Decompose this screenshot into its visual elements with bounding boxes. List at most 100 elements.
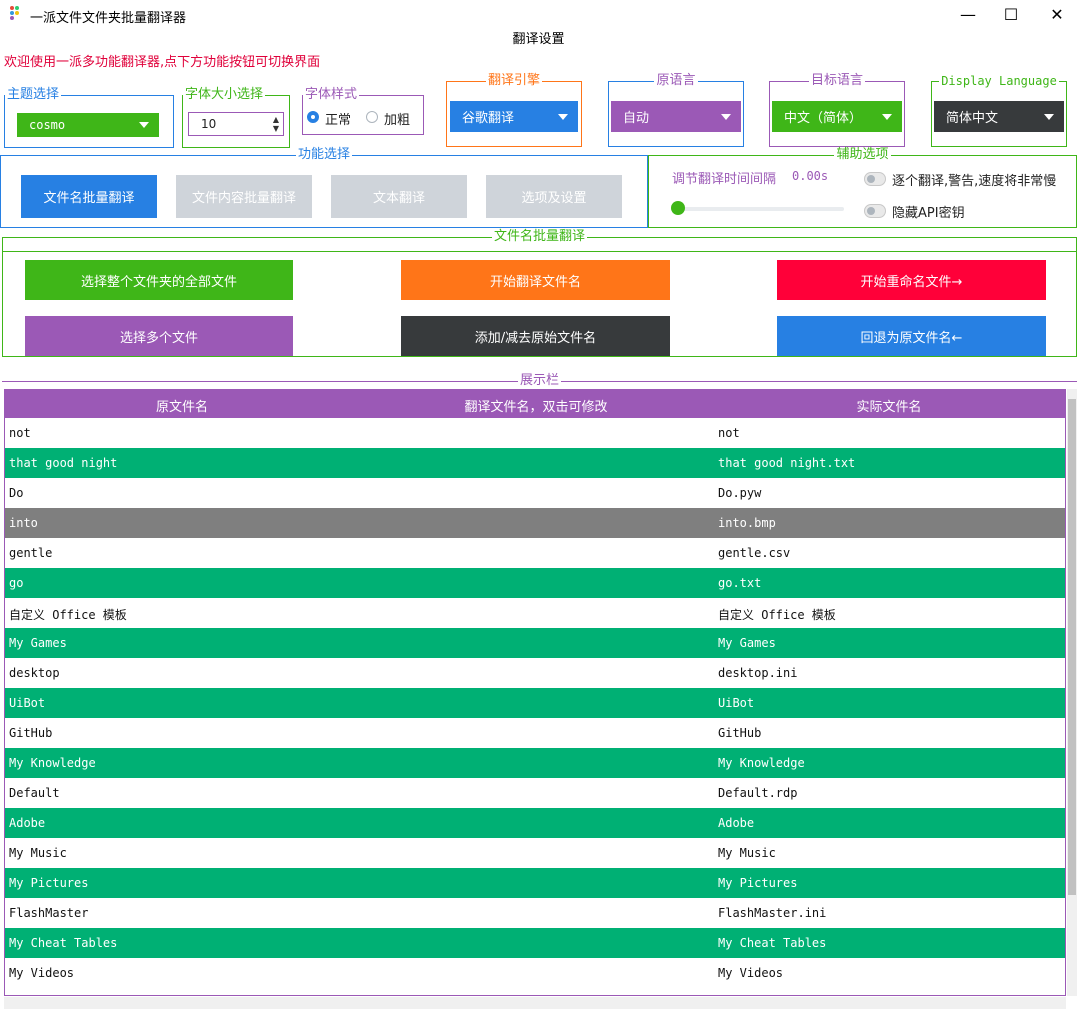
table-header: 原文件名 翻译文件名，双击可修改 实际文件名 [5, 390, 1065, 418]
table-row[interactable]: Default Default.rdp [5, 778, 1065, 808]
table-row[interactable]: FlashMaster FlashMaster.ini [5, 898, 1065, 928]
interval-slider-handle[interactable] [671, 201, 685, 215]
table-row[interactable]: My Videos My Videos [5, 958, 1065, 988]
table-row[interactable]: into into.bmp [5, 508, 1065, 538]
spin-down-icon[interactable]: ▼ [273, 124, 279, 133]
cell-actual: My Games [718, 636, 776, 650]
toggle-one-by-one-label: 逐个翻译,警告,速度将非常慢 [892, 174, 1057, 189]
cell-original: My Knowledge [9, 756, 96, 770]
chevron-down-icon [558, 113, 568, 120]
engine-select[interactable]: 谷歌翻译 [450, 101, 578, 132]
tab-content-translate[interactable]: 文件内容批量翻译 [176, 175, 312, 218]
target-lang-value: 中文（简体） [784, 111, 863, 126]
column-header-translated[interactable]: 翻译文件名，双击可修改 [359, 396, 713, 415]
column-header-actual[interactable]: 实际文件名 [713, 396, 1065, 415]
table-row[interactable]: not not [5, 418, 1065, 448]
cell-original: go [9, 576, 24, 590]
table-row[interactable]: UiBot UiBot [5, 688, 1065, 718]
cell-original: My Games [9, 636, 67, 650]
display-lang-legend: Display Language [941, 74, 1057, 88]
file-table: 原文件名 翻译文件名，双击可修改 实际文件名 not not that good n… [4, 389, 1066, 996]
batch-legend: 文件名批量翻译 [493, 229, 585, 244]
table-row[interactable]: GitHub GitHub [5, 718, 1065, 748]
target-lang-legend: 目标语言 [810, 73, 863, 88]
source-lang-legend: 原语言 [656, 73, 696, 88]
engine-legend: 翻译引擎 [487, 73, 540, 88]
cell-actual: Default.rdp [718, 786, 798, 800]
column-header-original[interactable]: 原文件名 [5, 396, 359, 415]
display-lang-value: 简体中文 [946, 111, 999, 126]
select-files-button[interactable]: 选择多个文件 [25, 316, 293, 356]
cell-original: My Pictures [9, 876, 89, 890]
revert-button[interactable]: 回退为原文件名← [777, 316, 1046, 356]
display-legend: 展示栏 [519, 373, 559, 388]
toggle-hide-api[interactable] [864, 204, 886, 218]
radio-normal-label: 正常 [325, 113, 352, 128]
cell-actual: Adobe [718, 816, 755, 830]
cell-original: into [9, 516, 38, 530]
cell-original: My Cheat Tables [9, 936, 118, 950]
source-lang-value: 自动 [623, 111, 650, 126]
start-translate-button[interactable]: 开始翻译文件名 [401, 260, 670, 300]
cell-actual: My Music [718, 846, 776, 860]
table-row[interactable]: gentle gentle.csv [5, 538, 1065, 568]
horizontal-scrollbar[interactable] [4, 997, 1066, 1009]
theme-select[interactable]: cosmo [17, 113, 159, 137]
select-folder-button[interactable]: 选择整个文件夹的全部文件 [25, 260, 293, 300]
tab-filename-translate[interactable]: 文件名批量翻译 [21, 175, 157, 218]
tab-settings[interactable]: 选项及设置 [486, 175, 622, 218]
aux-legend: 辅助选项 [836, 147, 889, 162]
table-row[interactable]: My Pictures My Pictures [5, 868, 1065, 898]
chevron-down-icon [1044, 113, 1054, 120]
cell-actual: into.bmp [718, 516, 776, 530]
table-row[interactable]: Adobe Adobe [5, 808, 1065, 838]
cell-actual: My Cheat Tables [718, 936, 827, 950]
batch-divider [2, 251, 1077, 252]
table-row[interactable]: My Knowledge My Knowledge [5, 748, 1065, 778]
scrollbar-thumb[interactable] [1068, 399, 1076, 895]
close-button[interactable]: ✕ [1034, 0, 1077, 28]
table-row[interactable]: that good night that good night.txt [5, 448, 1065, 478]
table-row[interactable]: go go.txt [5, 568, 1065, 598]
cell-actual: not [718, 426, 740, 440]
radio-bold[interactable] [366, 111, 378, 123]
add-remove-original-button[interactable]: 添加/减去原始文件名 [401, 316, 670, 356]
vertical-scrollbar[interactable] [1067, 389, 1077, 996]
function-legend: 功能选择 [297, 147, 350, 162]
spin-up-icon[interactable]: ▲ [273, 115, 279, 124]
title-bar: 一派文件文件夹批量翻译器 — ☐ ✕ [0, 0, 1077, 30]
start-rename-button[interactable]: 开始重命名文件→ [777, 260, 1046, 300]
cell-actual: UiBot [718, 696, 755, 710]
table-row[interactable]: My Music My Music [5, 838, 1065, 868]
table-row[interactable]: desktop desktop.ini [5, 658, 1065, 688]
radio-normal[interactable] [307, 111, 319, 123]
minimize-button[interactable]: — [945, 0, 991, 28]
cell-actual: My Videos [718, 966, 784, 980]
display-lang-select[interactable]: 简体中文 [934, 101, 1064, 132]
font-size-spinbox[interactable]: 10 ▲ ▼ [188, 112, 284, 136]
interval-slider-track[interactable] [677, 207, 844, 211]
cell-original: Adobe [9, 816, 46, 830]
font-size-value: 10 [201, 117, 217, 131]
table-row[interactable]: My Games My Games [5, 628, 1065, 658]
page-subtitle: 翻译设置 [512, 32, 565, 47]
table-row[interactable]: Do Do.pyw [5, 478, 1065, 508]
interval-label: 调节翻译时间间隔 [672, 172, 777, 187]
window-title: 一派文件文件夹批量翻译器 [30, 11, 187, 26]
font-style-legend: 字体样式 [305, 87, 358, 102]
toggle-hide-api-label: 隐藏API密钥 [892, 206, 965, 221]
target-lang-select[interactable]: 中文（简体） [772, 101, 902, 132]
cell-original: UiBot [9, 696, 46, 710]
tab-text-translate[interactable]: 文本翻译 [331, 175, 467, 218]
engine-value: 谷歌翻译 [462, 111, 515, 126]
table-row[interactable]: 自定义 Office 模板 自定义 Office 模板 [5, 598, 1065, 628]
source-lang-select[interactable]: 自动 [611, 101, 741, 132]
chevron-down-icon [721, 113, 731, 120]
table-row[interactable]: My Cheat Tables My Cheat Tables [5, 928, 1065, 958]
cell-original: Do [9, 486, 24, 500]
cell-actual: go.txt [718, 576, 762, 590]
toggle-one-by-one[interactable] [864, 172, 886, 186]
maximize-button[interactable]: ☐ [988, 0, 1034, 28]
cell-actual: that good night.txt [718, 456, 856, 470]
interval-value: 0.00s [792, 169, 829, 183]
